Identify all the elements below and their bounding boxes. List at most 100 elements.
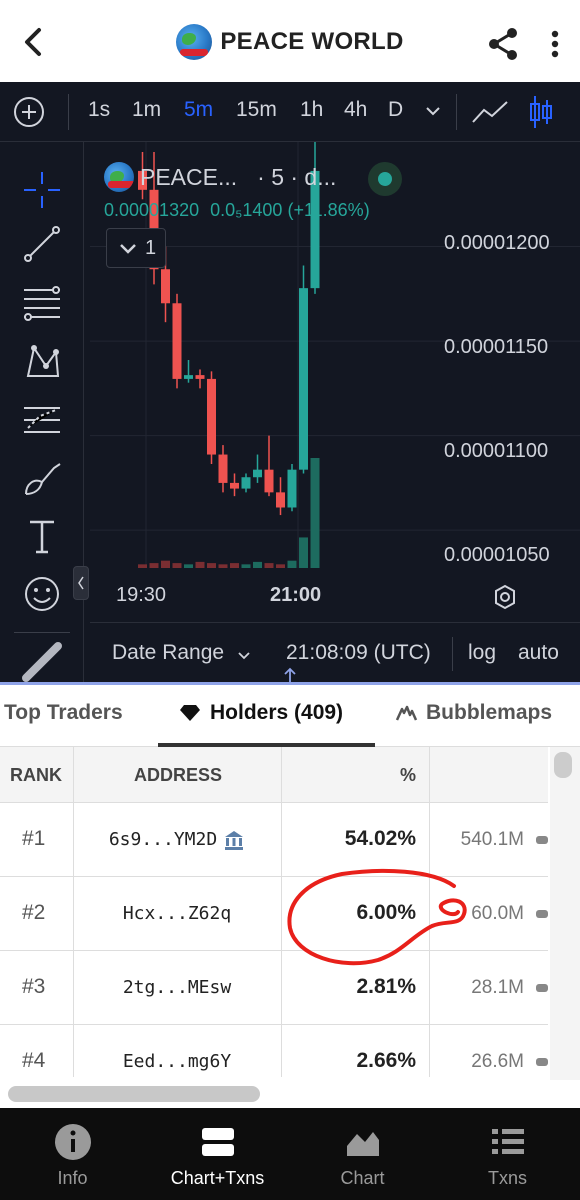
info-icon (54, 1124, 91, 1160)
column-header-rank[interactable]: RANK (10, 765, 62, 786)
price-axis-label: 0.00001050 (444, 544, 550, 566)
fib-retracement-icon[interactable] (20, 282, 64, 326)
nav-label: Chart (340, 1168, 385, 1188)
line-chart-icon[interactable] (470, 94, 510, 130)
tab-label: Bubblemaps (426, 701, 553, 724)
volume-bar (161, 560, 170, 568)
text-tool-icon[interactable] (20, 514, 64, 558)
chevron-down-icon[interactable] (422, 100, 444, 122)
address-cell[interactable]: 2tg...MEsw (74, 977, 280, 998)
column-header-address[interactable]: ADDRESS (134, 765, 222, 786)
timeframe-1m[interactable]: 1m (132, 98, 161, 122)
auto-toggle[interactable]: auto (518, 641, 559, 665)
table-row[interactable]: #4 Eed...mg6Y 2.66% 26.6M (0, 1025, 548, 1077)
horizontal-scrollbar[interactable] (8, 1086, 260, 1102)
page-title: PEACE WORLD (220, 28, 404, 55)
timeframe-d[interactable]: D (388, 98, 403, 122)
toolbar-divider (14, 632, 70, 633)
candle-body (287, 469, 297, 508)
candle-body (253, 469, 262, 478)
candle-body (184, 375, 193, 379)
token-logo (104, 162, 134, 192)
nav-txns[interactable]: Txns (435, 1108, 580, 1200)
vertical-scrollbar[interactable] (554, 752, 572, 778)
utc-time[interactable]: 21:08:09 (UTC) (286, 641, 431, 665)
indicator-count: 1 (145, 237, 157, 259)
bubblemaps-icon (395, 705, 418, 721)
tab-label: Top Traders (4, 701, 123, 724)
amount-cell: 28.1M (471, 977, 524, 998)
price-axis-label: 0.00001100 (444, 440, 549, 462)
bottom-navigation: Info Chart+Txns Chart Txns (0, 1108, 580, 1200)
volume-bar (138, 564, 147, 568)
candle-body (264, 469, 274, 493)
volume-bar (264, 563, 274, 568)
address-cell[interactable]: Hcx...Z62q (74, 903, 280, 924)
time-axis-label: 19:30 (116, 584, 167, 606)
address-cell[interactable]: Eed...mg6Y (74, 1051, 280, 1072)
pattern-icon[interactable] (20, 340, 64, 384)
candle-body (172, 303, 182, 379)
chart-footer: Date Range 21:08:09 (UTC) log auto (90, 622, 580, 684)
add-indicator-icon[interactable] (12, 95, 46, 129)
chart-legend: PEACE... · 5 · d... (104, 162, 336, 192)
nav-chart[interactable]: Chart (290, 1108, 435, 1200)
share-icon[interactable] (484, 24, 524, 64)
emoji-icon[interactable] (20, 572, 64, 616)
holding-bar (536, 836, 548, 844)
vertical-scroll-track (550, 747, 580, 1107)
chart-settings-icon[interactable] (490, 582, 520, 612)
legend-interval: · 5 · d... (257, 163, 337, 190)
timeframe-1s[interactable]: 1s (88, 98, 110, 122)
more-vertical-icon[interactable] (540, 24, 570, 64)
volume-bar (299, 537, 308, 568)
list-icon (491, 1129, 524, 1154)
percent-cell: 2.81% (356, 975, 416, 998)
nav-info[interactable]: Info (0, 1108, 145, 1200)
candle-body (276, 492, 285, 508)
chevron-down-icon[interactable] (236, 647, 252, 663)
chart-panel: 1s 1m 5m 15m 1h 4h D PEACE... · 5 · d...… (0, 82, 580, 684)
rank-cell: #1 (22, 827, 46, 850)
ruler-icon[interactable] (20, 640, 64, 684)
candle-body (207, 378, 216, 455)
column-header-percent[interactable]: % (400, 765, 416, 786)
timeframe-1h[interactable]: 1h (300, 98, 323, 122)
percent-cell: 2.66% (356, 1049, 416, 1072)
candle-body (299, 288, 308, 470)
crosshair-icon[interactable] (20, 168, 64, 212)
volume-bar (230, 563, 239, 568)
legend-values: 0.00001320 0.0₅1400 (+11.86%) (104, 200, 370, 221)
tab-holders[interactable]: Holders (409) (178, 701, 343, 725)
timeframe-4h[interactable]: 4h (344, 98, 367, 122)
trend-line-icon[interactable] (20, 222, 64, 266)
nav-chart-txns[interactable]: Chart+Txns (145, 1108, 290, 1200)
price-axis-label: 0.00001200 (444, 232, 550, 254)
timeframe-15m[interactable]: 15m (236, 98, 277, 122)
candle-body (195, 375, 205, 379)
candle-body (230, 482, 239, 489)
rank-cell: #2 (22, 901, 46, 924)
tab-bubblemaps[interactable]: Bubblemaps (394, 701, 552, 725)
candle-body (241, 477, 251, 489)
log-toggle[interactable]: log (468, 641, 496, 665)
address-cell[interactable]: 6s9...YM2D (74, 829, 280, 851)
timeframe-5m[interactable]: 5m (184, 98, 213, 122)
volume-bar (207, 563, 216, 568)
volume-bar (241, 564, 251, 568)
volume-bar (253, 561, 262, 568)
tab-top-traders[interactable]: Top Traders (4, 701, 123, 725)
legend-collapse-button[interactable]: 1 (106, 228, 166, 268)
brush-icon[interactable] (20, 456, 64, 500)
table-header: RANK ADDRESS % (0, 747, 548, 803)
date-range-button[interactable]: Date Range (112, 641, 224, 665)
toolbar-divider (68, 94, 69, 130)
tab-label: Holders (409) (210, 701, 344, 724)
projection-icon[interactable] (20, 398, 64, 442)
volume-bar (310, 458, 320, 568)
holding-bar (536, 910, 548, 918)
app-header: PEACE WORLD (0, 0, 580, 82)
candlestick-icon[interactable] (526, 92, 556, 132)
legend-price: 0.00001320 (104, 200, 200, 220)
toolbar-collapse-handle[interactable] (73, 566, 89, 600)
